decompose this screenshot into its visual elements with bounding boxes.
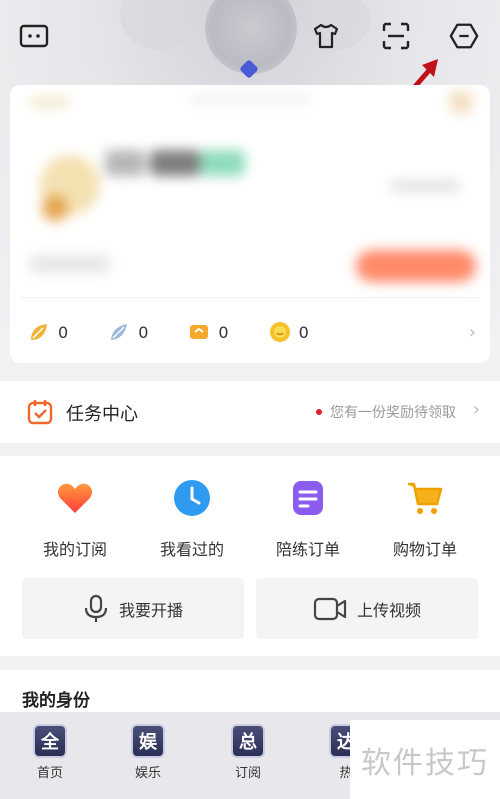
- chevron-right-icon[interactable]: ›: [469, 322, 476, 343]
- upload-video-label: 上传视频: [356, 600, 421, 620]
- menu-hex-icon[interactable]: [448, 20, 480, 52]
- stat-value: 0: [298, 322, 309, 342]
- shirt-icon[interactable]: [310, 20, 342, 52]
- task-center-title: 任务中心: [66, 404, 138, 425]
- wallet-stats[interactable]: 0 0 0 0 ›: [10, 307, 490, 357]
- watermark-text: 软件技巧: [350, 720, 500, 799]
- go-live-button[interactable]: 我要开播: [22, 578, 244, 639]
- stat-value: 0: [138, 322, 149, 342]
- microphone-icon: [84, 594, 108, 622]
- document-icon: [293, 481, 323, 515]
- calendar-check-icon: [27, 400, 53, 425]
- hero-decoration: [120, 0, 200, 50]
- leaf-coin-icon: [31, 324, 47, 340]
- tab-label: 娱乐: [134, 766, 161, 781]
- shortcut-my-subscriptions[interactable]: 我的订阅: [20, 478, 130, 560]
- tab-label: 首页: [36, 766, 63, 781]
- chevron-right-icon: ›: [472, 399, 480, 420]
- feather-icon: [111, 324, 128, 340]
- notification-dot: [316, 409, 322, 415]
- task-center-hint: 您有一份奖励待领取: [330, 405, 456, 421]
- profile-card: 0 0 0 0 ›: [10, 85, 490, 363]
- scan-icon[interactable]: [380, 20, 412, 52]
- tab-home[interactable]: 全 首页: [20, 724, 80, 781]
- stat-value: 0: [58, 322, 69, 342]
- card-divider: [20, 297, 480, 298]
- shortcut-coach-orders[interactable]: 陪练订单: [253, 478, 363, 560]
- tab-subscriptions[interactable]: 总 订阅: [218, 724, 278, 781]
- ticket-icon: [190, 325, 209, 339]
- shortcut-label: 购物订单: [392, 540, 457, 559]
- identity-title: 我的身份: [22, 691, 90, 711]
- stat-smile-coin[interactable]: 0: [269, 321, 309, 343]
- stat-leaf-coin[interactable]: 0: [28, 321, 68, 343]
- shortcut-label: 陪练订单: [275, 540, 340, 559]
- stat-ticket[interactable]: 0: [188, 321, 229, 343]
- cart-icon: [408, 482, 443, 514]
- task-center-row[interactable]: 任务中心 您有一份奖励待领取 ›: [0, 381, 500, 443]
- stat-feather[interactable]: 0: [108, 321, 148, 343]
- video-camera-icon: [313, 597, 347, 620]
- go-live-label: 我要开播: [118, 600, 183, 620]
- shortcut-label: 我看过的: [159, 540, 224, 559]
- tab-badge-icon: 全: [33, 724, 67, 758]
- shortcut-label: 我的订阅: [42, 540, 107, 559]
- upload-video-button[interactable]: 上传视频: [256, 578, 478, 639]
- shortcut-watched[interactable]: 我看过的: [137, 478, 247, 560]
- clock-icon: [174, 480, 210, 516]
- tab-label: 订阅: [234, 766, 261, 781]
- smile-coin-icon: [269, 322, 290, 342]
- shortcut-shopping-orders[interactable]: 购物订单: [370, 478, 480, 560]
- shortcut-grid: 我的订阅 我看过的 陪练订单 购物订单 我要开播 上传视频: [0, 456, 500, 656]
- chat-bubble-icon[interactable]: [18, 20, 50, 52]
- tab-entertainment[interactable]: 娱 娱乐: [118, 724, 178, 781]
- tab-badge-icon: 总: [231, 724, 265, 758]
- stat-value: 0: [218, 322, 229, 342]
- tab-badge-icon: 娱: [131, 724, 165, 758]
- heart-icon: [57, 483, 93, 513]
